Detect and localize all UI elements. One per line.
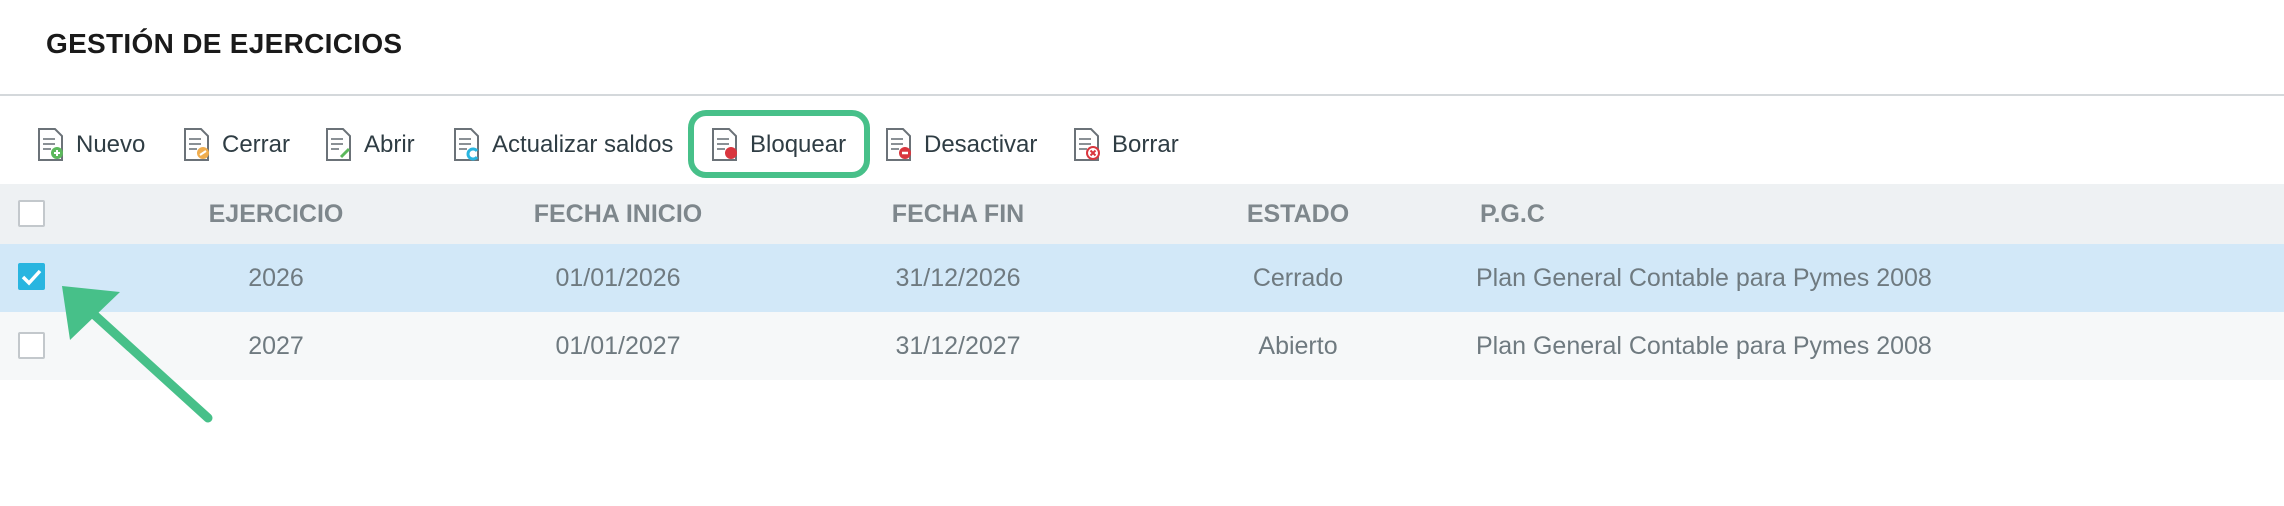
annotation-arrow-icon — [62, 286, 213, 423]
cell-fecha-inicio: 01/01/2027 — [555, 331, 681, 360]
new-button-label: Nuevo — [76, 131, 146, 158]
open-exercise-button[interactable]: Abrir — [324, 122, 415, 168]
column-header-fecha-inicio[interactable]: FECHA INICIO — [518, 184, 718, 244]
row-checkbox[interactable] — [18, 263, 45, 290]
document-add-icon — [38, 128, 63, 161]
new-button[interactable]: Nuevo — [36, 122, 145, 168]
table-row[interactable]: 2026 01/01/2026 31/12/2026 Cerrado Plan … — [0, 244, 2284, 312]
page-title: GESTIÓN DE EJERCICIOS — [46, 28, 403, 59]
delete-button[interactable]: Borrar — [1072, 122, 1179, 168]
document-close-icon — [184, 128, 209, 161]
row-checkbox[interactable] — [18, 332, 45, 359]
column-header-estado[interactable]: ESTADO — [1198, 184, 1398, 244]
document-open-icon — [326, 128, 351, 161]
column-header-fecha-fin[interactable]: FECHA FIN — [858, 184, 1058, 244]
cell-pgc: Plan General Contable para Pymes 2008 — [1476, 331, 1932, 360]
update-balances-button[interactable]: Actualizar saldos — [452, 122, 673, 168]
document-refresh-icon — [454, 128, 479, 161]
column-header-ejercicio[interactable]: EJERCICIO — [176, 184, 376, 244]
column-header-pgc[interactable]: P.G.C — [1480, 184, 1780, 244]
select-all-checkbox[interactable] — [18, 200, 45, 227]
cell-fecha-fin: 31/12/2027 — [895, 331, 1021, 360]
cell-pgc: Plan General Contable para Pymes 2008 — [1476, 263, 1932, 292]
deactivate-button[interactable]: Desactivar — [884, 122, 1037, 168]
header-divider — [0, 94, 2284, 96]
close-exercise-label: Cerrar — [222, 131, 291, 158]
document-deactivate-icon — [886, 128, 911, 161]
table-row[interactable]: 2027 01/01/2027 31/12/2027 Abierto Plan … — [0, 312, 2284, 380]
cell-estado: Abierto — [1258, 331, 1338, 360]
table-header: EJERCICIO FECHA INICIO FECHA FIN ESTADO … — [0, 184, 2284, 244]
lock-button-highlight — [688, 110, 870, 178]
checkmark-icon — [21, 269, 42, 286]
update-balances-label: Actualizar saldos — [492, 131, 674, 158]
deactivate-button-label: Desactivar — [924, 131, 1038, 158]
cell-fecha-fin: 31/12/2026 — [895, 263, 1021, 292]
cell-fecha-inicio: 01/01/2026 — [555, 263, 681, 292]
delete-button-label: Borrar — [1112, 131, 1179, 158]
close-exercise-button[interactable]: Cerrar — [182, 122, 290, 168]
cell-estado: Cerrado — [1252, 263, 1344, 292]
document-delete-icon — [1074, 128, 1100, 161]
open-exercise-label: Abrir — [364, 131, 415, 158]
